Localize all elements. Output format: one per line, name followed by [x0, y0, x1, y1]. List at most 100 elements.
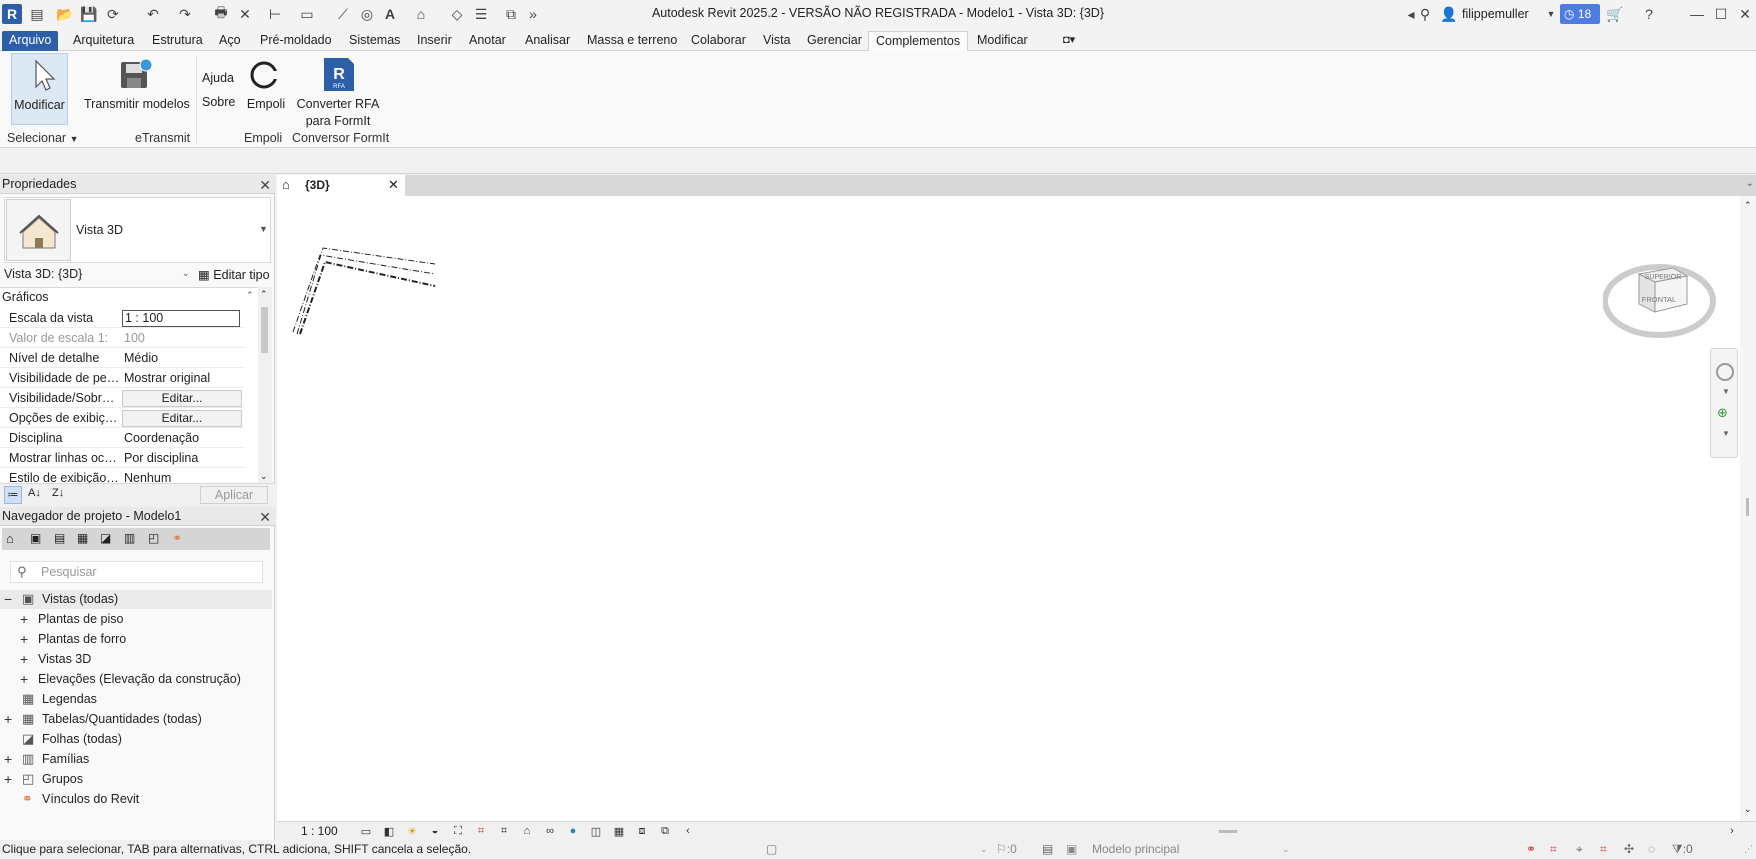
help-button[interactable]: Ajuda: [202, 71, 234, 85]
tab-vista[interactable]: Vista: [756, 31, 798, 51]
section-graphics-header[interactable]: Gráficos: [2, 290, 49, 304]
minimize-icon[interactable]: —: [1688, 5, 1706, 23]
expand-icon[interactable]: +: [20, 670, 28, 688]
3d-view-canvas[interactable]: SUPERIOR FRONTAL ▼ ⊕ ▼: [277, 196, 1740, 821]
convert-rfa-button[interactable]: R RFA Converter RFA para FormIt: [294, 53, 382, 129]
scroll-left-icon[interactable]: ‹: [681, 825, 695, 838]
shadows-icon[interactable]: ◒: [428, 825, 442, 838]
instance-selector[interactable]: Vista 3D: {3D}: [4, 267, 82, 281]
chevron-down-icon[interactable]: ▼: [1542, 5, 1560, 23]
sort-descending-icon[interactable]: Z↓: [52, 487, 64, 499]
tab-complementos[interactable]: Complementos: [868, 31, 969, 52]
tab-gerenciar[interactable]: Gerenciar: [800, 31, 869, 51]
chevron-down-icon[interactable]: ▼: [1722, 387, 1730, 396]
crop-view-icon[interactable]: ⌗: [474, 825, 488, 838]
property-row[interactable]: Opções de exibiçõo... Editar...: [0, 408, 244, 428]
close-icon[interactable]: ✕: [259, 176, 271, 194]
select-by-face-icon[interactable]: ⌗: [1600, 840, 1607, 859]
table-icon[interactable]: ▦: [77, 531, 88, 545]
tree-item[interactable]: Tabelas/Quantidades (todas): [42, 710, 202, 728]
save-icon[interactable]: 💾: [80, 5, 98, 23]
chevron-down-icon[interactable]: ⌄: [980, 840, 988, 859]
workset-icon[interactable]: ▢: [766, 840, 777, 859]
property-row[interactable]: Escala da vista 1 : 100: [0, 308, 244, 328]
tab-arquivo[interactable]: Arquivo: [2, 31, 59, 51]
collapse-icon[interactable]: ⌃: [246, 290, 254, 301]
tab-inserir[interactable]: Inserir: [410, 31, 459, 51]
filter-icon[interactable]: ⧩:0: [1672, 840, 1693, 859]
edit-button[interactable]: Editar...: [122, 390, 242, 407]
tree-item[interactable]: Vistas (todas): [42, 590, 118, 608]
expand-icon[interactable]: +: [20, 630, 28, 648]
ribbon-display-options-icon[interactable]: ◘▾: [1056, 31, 1082, 51]
notifications-badge[interactable]: ◷ 18: [1560, 4, 1600, 24]
constraints-icon[interactable]: ⧈: [635, 825, 649, 838]
sun-path-icon[interactable]: ☀: [405, 825, 419, 838]
view-scale[interactable]: 1 : 100: [301, 824, 338, 838]
edit-type-button[interactable]: ▦ Editar tipo: [198, 267, 270, 282]
worksharing-icon[interactable]: ⧉: [658, 825, 672, 838]
select-pinned-icon[interactable]: ⌖: [1576, 840, 1583, 859]
property-row[interactable]: Visibilidade/Sobrep... Editar...: [0, 388, 244, 408]
show-crop-icon[interactable]: ⌗: [497, 825, 511, 838]
revit-logo-icon[interactable]: R: [2, 4, 22, 24]
link-icon[interactable]: ⚭: [172, 531, 182, 545]
active-model[interactable]: Modelo principal: [1092, 840, 1179, 859]
tab-anotar[interactable]: Anotar: [462, 31, 513, 51]
more-tools-icon[interactable]: »: [524, 5, 542, 23]
model-selector-icon[interactable]: ▣: [1066, 840, 1077, 859]
chevron-up-icon[interactable]: ⌃: [260, 289, 268, 300]
annotate-icon[interactable]: ◎: [358, 5, 376, 23]
chevron-up-icon[interactable]: ⌃: [1744, 200, 1752, 211]
analytical-model-icon[interactable]: ◫: [589, 825, 603, 838]
binoculars-icon[interactable]: ⚲: [1416, 5, 1434, 23]
home-icon[interactable]: ⌂: [6, 531, 14, 546]
user-icon[interactable]: 👤: [1440, 5, 1458, 23]
expand-icon[interactable]: +: [4, 710, 12, 728]
chevron-down-icon[interactable]: ▼: [1722, 429, 1730, 438]
select-links-icon[interactable]: ⚭: [1526, 840, 1536, 859]
property-value[interactable]: 100: [124, 328, 242, 348]
browser-search[interactable]: ⚲ Pesquisar: [10, 561, 263, 583]
property-row[interactable]: Nível de detalhe Médio: [0, 348, 244, 368]
help-icon[interactable]: ?: [1640, 5, 1658, 23]
section-icon[interactable]: ◇: [448, 5, 466, 23]
detail-level-icon[interactable]: ▭: [359, 825, 373, 838]
close-icon[interactable]: ✕: [259, 508, 271, 526]
text-icon[interactable]: A: [381, 5, 399, 23]
chevron-down-icon[interactable]: ⌄: [1744, 804, 1752, 815]
redo-icon[interactable]: ↷: [176, 5, 194, 23]
chevron-down-icon[interactable]: ⌄: [260, 471, 268, 482]
properties-scrollbar[interactable]: ⌃ ⌄: [258, 287, 272, 487]
thin-lines-icon[interactable]: ☰: [472, 5, 490, 23]
sync-icon[interactable]: ⟳: [104, 5, 122, 23]
chevron-down-icon[interactable]: ⌄: [182, 268, 190, 279]
chevron-down-icon[interactable]: ⌄: [1282, 840, 1290, 859]
tab-estrutura[interactable]: Estrutura: [145, 31, 210, 51]
expand-icon[interactable]: +: [20, 650, 28, 668]
property-row[interactable]: Disciplina Coordenação: [0, 428, 244, 448]
property-row[interactable]: Valor de escala 1: 100: [0, 328, 244, 348]
tree-item[interactable]: Elevações (Elevação da construção): [38, 670, 241, 688]
home-page-icon[interactable]: ▤: [28, 5, 46, 23]
property-row[interactable]: Visibilidade de peças Mostrar original: [0, 368, 244, 388]
dimension-icon[interactable]: ▭: [298, 5, 316, 23]
select-underlay-icon[interactable]: ⌗: [1550, 840, 1557, 859]
property-value[interactable]: Coordenação: [124, 428, 242, 448]
sort-ascending-icon[interactable]: A↓: [28, 487, 41, 499]
scroll-thumb[interactable]: [261, 307, 268, 353]
tab-pre-moldado[interactable]: Pré-moldado: [253, 31, 339, 51]
schedule-icon[interactable]: ▤: [54, 531, 65, 545]
open-icon[interactable]: 📂: [56, 5, 74, 23]
property-value[interactable]: 1 : 100: [122, 310, 240, 327]
switch-windows-icon[interactable]: ⧉: [502, 5, 520, 23]
render-icon[interactable]: ⛶: [451, 825, 465, 838]
cart-icon[interactable]: 🛒: [1606, 5, 1624, 23]
reveal-hidden-icon[interactable]: ●: [566, 825, 580, 838]
maximize-icon[interactable]: ☐: [1712, 5, 1730, 23]
background-process-icon[interactable]: ◌: [1648, 840, 1655, 859]
tree-item[interactable]: Vínculos do Revit: [42, 790, 139, 808]
tab-sistemas[interactable]: Sistemas: [342, 31, 407, 51]
zoom-region-icon[interactable]: ⊕: [1717, 405, 1728, 421]
print-icon[interactable]: 🖶: [212, 4, 230, 23]
